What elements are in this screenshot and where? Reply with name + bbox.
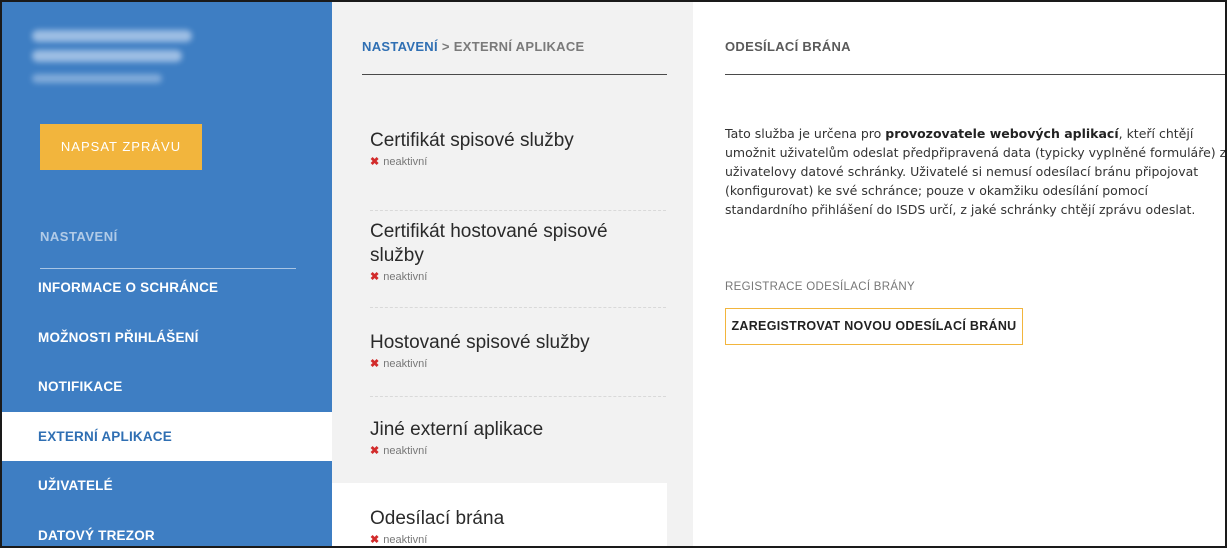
sidebar-item-login-options[interactable]: MOŽNOSTI PŘIHLÁŠENÍ [2, 313, 332, 363]
sidebar-nav: INFORMACE O SCHRÁNCE MOŽNOSTI PŘIHLÁŠENÍ… [2, 263, 332, 547]
status-text: neaktivní [383, 270, 428, 283]
register-gateway-button[interactable]: ZAREGISTROVAT NOVOU ODESÍLACÍ BRÁNU [725, 308, 1023, 345]
external-apps-list-panel: NASTAVENÍ > EXTERNÍ APLIKACE Certifikát sp… [332, 2, 693, 547]
status-text: neaktivní [383, 357, 428, 370]
detail-description: Tato služba je určena pro provozovatele … [725, 126, 1227, 217]
status-text: neaktivní [383, 155, 428, 168]
app-item-hosted-filing-service-cert[interactable]: Certifikát hostované spisové služby ✖ nea… [332, 220, 652, 283]
user-info-blurred [32, 30, 192, 91]
detail-panel: ODESÍLACÍ BRÁNA Tato služba je určena pr… [693, 2, 1227, 546]
compose-message-button[interactable]: NAPSAT ZPRÁVU [40, 124, 202, 170]
sidebar-item-external-apps[interactable]: EXTERNÍ APLIKACE [2, 411, 332, 461]
inactive-x-icon: ✖ [370, 445, 380, 457]
app-item-status: ✖ neaktivní [370, 357, 667, 371]
detail-title: ODESÍLACÍ BRÁNA [725, 39, 851, 54]
breadcrumb-current: EXTERNÍ APLIKACE [453, 39, 585, 54]
inactive-x-icon: ✖ [370, 156, 380, 168]
sidebar-item-mailbox-info[interactable]: INFORMACE O SCHRÁNCE [2, 263, 332, 313]
inactive-x-icon: ✖ [370, 271, 380, 283]
sidebar: NAPSAT ZPRÁVU NASTAVENÍ INFORMACE O SCHR… [2, 2, 332, 547]
app-item-other-external-apps[interactable]: Jiné externí aplikace ✖ neaktivní [332, 418, 667, 457]
detail-description-highlight: provozovatele webových aplikací [885, 126, 1119, 141]
list-separator [370, 307, 666, 308]
inactive-x-icon: ✖ [370, 534, 380, 546]
list-separator [370, 210, 666, 211]
breadcrumb-separator: > [441, 39, 450, 54]
app-item-filing-service-cert[interactable]: Certifikát spisové služby ✖ neaktivní [332, 129, 667, 168]
list-separator [370, 396, 666, 397]
app-item-sending-gateway[interactable]: Odesílací brána ✖ neaktivní [332, 483, 667, 547]
list-header-divider [362, 74, 667, 75]
status-text: neaktivní [383, 533, 428, 546]
registration-label: REGISTRACE ODESÍLACÍ BRÁNY [725, 281, 915, 293]
status-text: neaktivní [383, 444, 428, 457]
app-item-status: ✖ neaktivní [370, 444, 667, 458]
sidebar-item-notifications[interactable]: NOTIFIKACE [2, 362, 332, 412]
app-window: NAPSAT ZPRÁVU NASTAVENÍ INFORMACE O SCHR… [0, 0, 1227, 548]
app-item-status: ✖ neaktivní [370, 533, 667, 547]
breadcrumb-settings-link[interactable]: NASTAVENÍ [362, 39, 438, 54]
app-item-title: Odesílací brána [370, 508, 505, 529]
detail-header-divider [725, 74, 1225, 75]
app-item-title: Certifikát spisové služby [370, 130, 574, 151]
app-item-status: ✖ neaktivní [370, 155, 667, 169]
app-item-status: ✖ neaktivní [370, 270, 652, 284]
sidebar-section-label: NASTAVENÍ [40, 229, 118, 244]
app-item-title: Jiné externí aplikace [370, 419, 544, 440]
app-item-title: Certifikát hostované spisové služby [370, 221, 608, 266]
app-item-title: Hostované spisové služby [370, 332, 590, 353]
app-item-hosted-filing-services[interactable]: Hostované spisové služby ✖ neaktivní [332, 331, 667, 370]
breadcrumb: NASTAVENÍ > EXTERNÍ APLIKACE [362, 39, 585, 54]
sidebar-item-users[interactable]: UŽIVATELÉ [2, 461, 332, 511]
sidebar-item-data-vault[interactable]: DATOVÝ TREZOR [2, 511, 332, 547]
inactive-x-icon: ✖ [370, 358, 380, 370]
